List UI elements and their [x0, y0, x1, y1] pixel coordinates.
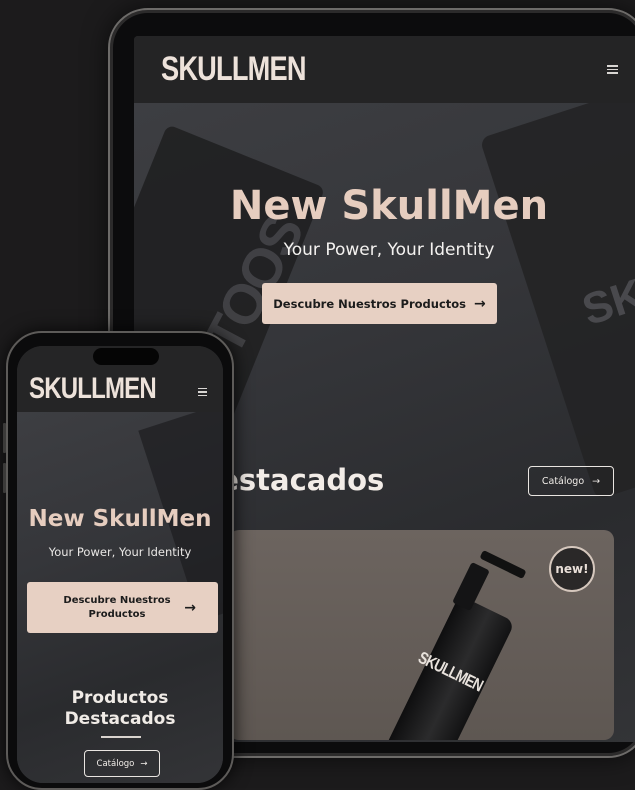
catalog-label: Catálogo [96, 758, 135, 769]
arrow-right-icon: → [474, 295, 486, 312]
brand-logo[interactable]: SKULLMEN [29, 372, 157, 406]
discover-products-button[interactable]: Descubre Nuestros Productos → [262, 283, 497, 324]
hero-title: New SkullMen [229, 183, 549, 229]
new-badge: new! [549, 546, 595, 592]
phone-screen: SKULLMEN New SkullMen Your Power, Your I… [17, 346, 223, 783]
discover-products-button[interactable]: Descubre Nuestros Productos → [27, 582, 218, 633]
cta-label: Descubre Nuestros Productos [273, 296, 467, 311]
phone-volume-button [3, 423, 6, 453]
cta-label: Descubre Nuestros Productos [63, 594, 171, 620]
hero-title: New SkullMen [28, 506, 212, 532]
featured-section-title: Productos Destacados [64, 688, 176, 729]
brand-logo[interactable]: SKULLMEN [161, 50, 307, 89]
hero-section: New SkullMen Your Power, Your Identity D… [17, 412, 223, 783]
catalog-label: Catálogo [541, 475, 585, 487]
phone-notch [93, 348, 159, 365]
hero-subtitle: Your Power, Your Identity [283, 240, 495, 260]
product-bottle-neck [452, 561, 490, 612]
catalog-button[interactable]: Catálogo → [528, 466, 614, 496]
arrow-right-icon: → [184, 599, 196, 616]
arrow-right-icon: → [592, 475, 601, 487]
featured-product-card[interactable]: SKULLMEN new! [229, 530, 614, 740]
hamburger-menu-icon[interactable] [198, 387, 207, 396]
hero-subtitle: Your Power, Your Identity [48, 545, 192, 559]
hamburger-menu-icon[interactable] [607, 65, 618, 74]
section-title-underline [101, 736, 141, 738]
catalog-button[interactable]: Catálogo → [84, 750, 160, 777]
arrow-right-icon: → [140, 758, 148, 769]
phone-volume-button [3, 463, 6, 493]
tablet-navbar: SKULLMEN [134, 36, 635, 103]
phone-device: SKULLMEN New SkullMen Your Power, Your I… [3, 331, 234, 790]
